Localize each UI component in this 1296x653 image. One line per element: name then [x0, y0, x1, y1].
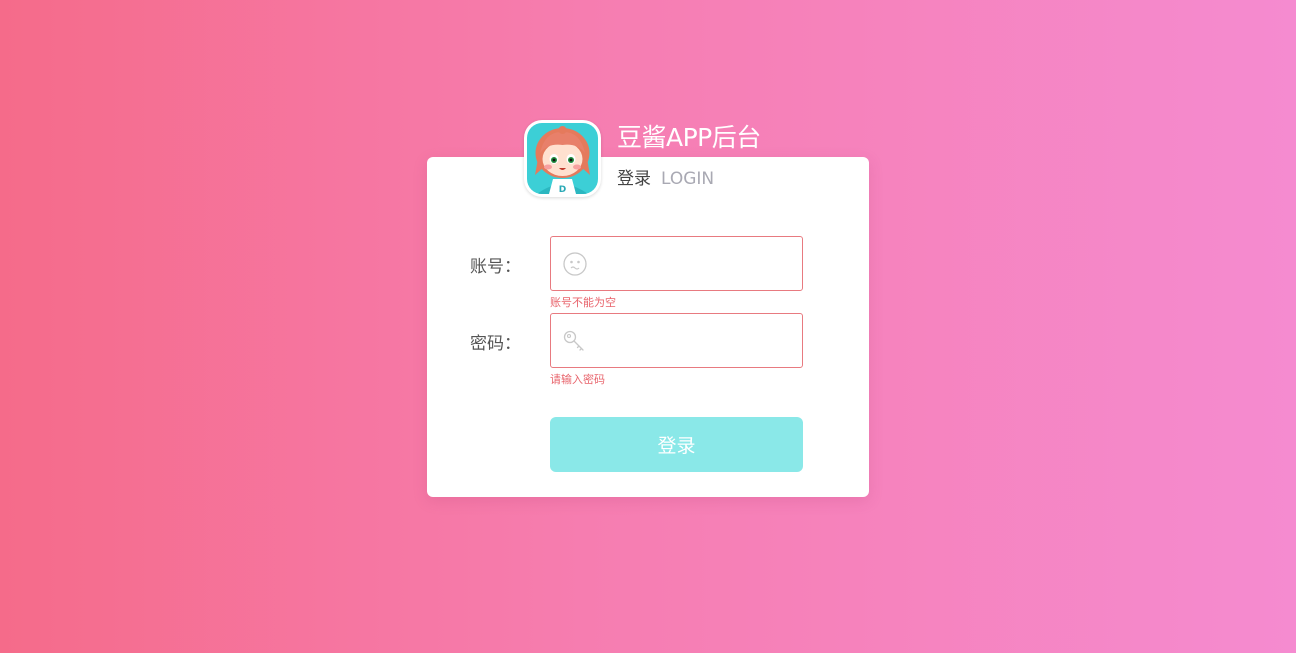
app-logo: D	[524, 120, 601, 197]
svg-text:D: D	[559, 185, 566, 194]
account-error: 账号不能为空	[550, 296, 616, 309]
page-subtitle: 登录 LOGIN	[617, 164, 714, 189]
subtitle-cn: 登录	[617, 169, 651, 189]
face-icon	[563, 252, 587, 276]
login-button[interactable]: 登录	[550, 417, 803, 472]
subtitle-en: LOGIN	[661, 169, 715, 189]
account-label: 账号：	[470, 257, 521, 277]
app-title: 豆酱APP后台	[617, 123, 761, 152]
password-field[interactable]	[550, 313, 803, 368]
account-field[interactable]	[550, 236, 803, 291]
password-error: 请输入密码	[550, 373, 605, 386]
password-label: 密码：	[470, 334, 521, 354]
password-input[interactable]	[597, 314, 797, 367]
key-icon	[563, 330, 584, 351]
account-input[interactable]	[597, 237, 797, 290]
mascot-icon: D	[527, 123, 598, 194]
